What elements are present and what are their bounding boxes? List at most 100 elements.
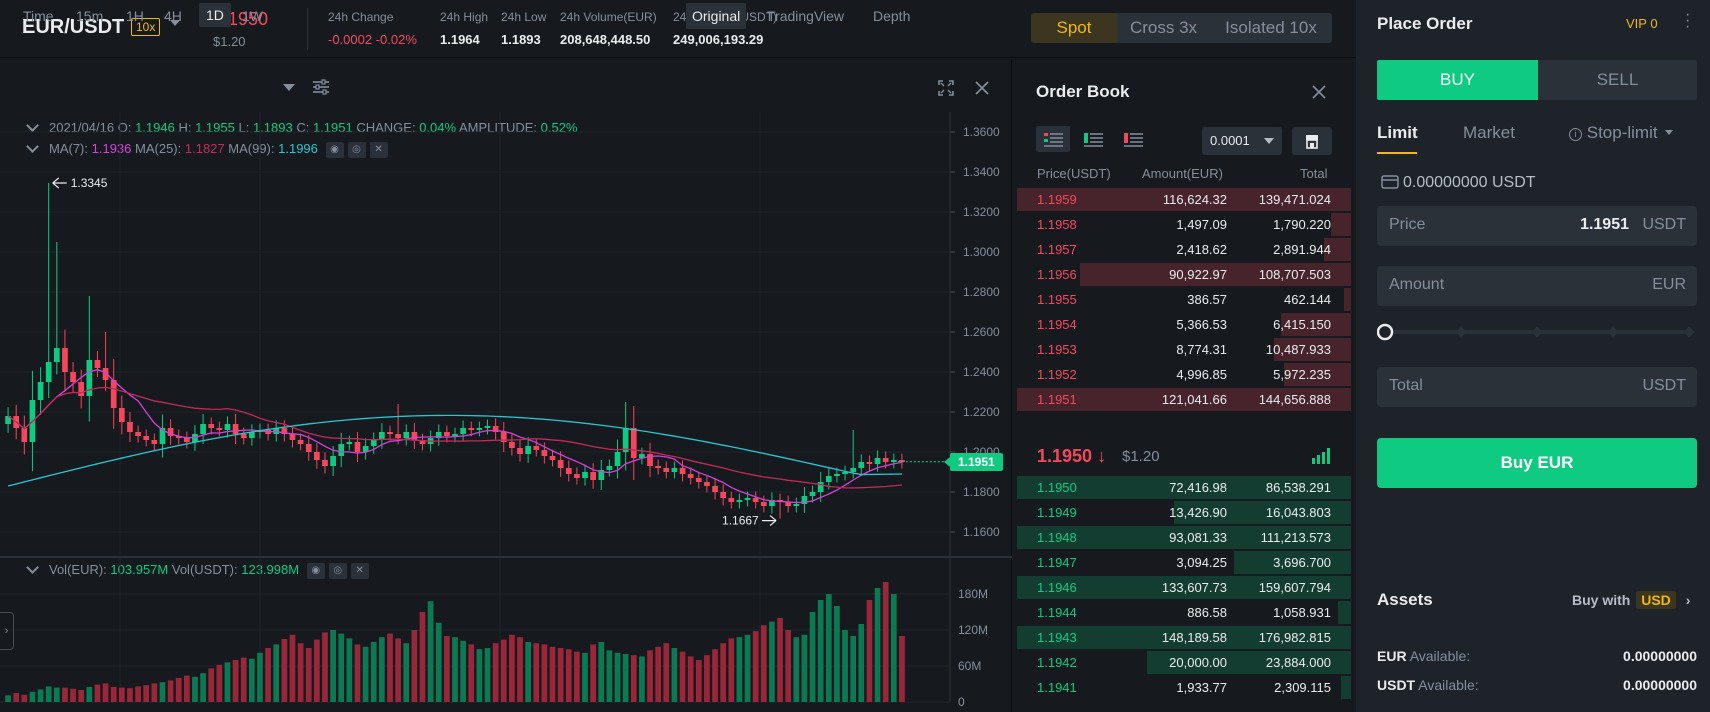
- mode-isolated[interactable]: Isolated 10x: [1210, 13, 1332, 43]
- caret-down-icon: [1264, 138, 1274, 144]
- ask-row[interactable]: 1.1954 5,366.53 6,415.150: [1017, 313, 1351, 336]
- orderbook-bids-icon[interactable]: [1076, 126, 1110, 152]
- volume-bar: [655, 646, 661, 702]
- bid-row[interactable]: 1.1944 886.58 1,058.931: [1017, 601, 1351, 624]
- bid-row[interactable]: 1.1950 72,416.98 86,538.291: [1017, 476, 1351, 499]
- more-options-icon[interactable]: · · ·: [1685, 7, 1691, 35]
- precision-select[interactable]: 0.0001: [1202, 127, 1282, 155]
- ask-row[interactable]: 1.1952 4,996.85 5,972.235: [1017, 363, 1351, 386]
- tf-4h[interactable]: 4H: [164, 8, 182, 24]
- tf-1d[interactable]: 1D: [199, 3, 231, 27]
- slider-step: [1607, 326, 1619, 338]
- close-orderbook-icon[interactable]: [1312, 85, 1326, 99]
- sell-tab[interactable]: SELL: [1538, 60, 1697, 100]
- tf-15m[interactable]: 15m: [76, 8, 103, 24]
- bid-price: 1.1947: [1037, 555, 1077, 570]
- bid-row[interactable]: 1.1949 13,426.90 16,043.803: [1017, 501, 1351, 524]
- volume-bar: [663, 643, 670, 702]
- slider-thumb: [1377, 323, 1394, 341]
- order-type-market[interactable]: Market: [1463, 123, 1515, 143]
- volume-bar: [866, 600, 873, 702]
- order-type-limit[interactable]: Limit: [1377, 123, 1418, 143]
- volume-bar: [281, 639, 288, 702]
- bid-total: 2,309.115: [1274, 680, 1331, 695]
- mode-cross[interactable]: Cross 3x: [1117, 13, 1210, 43]
- price-tick-label: 1.3000: [963, 245, 1000, 259]
- amount-slider[interactable]: [1377, 322, 1697, 342]
- volume-bar: [801, 634, 808, 702]
- ask-total: 10,487.933: [1265, 342, 1331, 357]
- ask-row[interactable]: 1.1958 1,497.09 1,790.220: [1017, 213, 1351, 236]
- ask-row[interactable]: 1.1955 386.57 462.144: [1017, 288, 1351, 311]
- wallet-icon: [1381, 175, 1399, 189]
- candle-body: [736, 500, 743, 502]
- mid-price-value: 1.1950: [1037, 446, 1093, 466]
- view-original[interactable]: Original: [686, 3, 747, 29]
- tf-1w[interactable]: 1W: [242, 8, 263, 24]
- candle-body: [533, 446, 540, 450]
- bid-total: 111,213.573: [1260, 530, 1331, 545]
- ask-row[interactable]: 1.1953 8,774.31 10,487.933: [1017, 338, 1351, 361]
- close-chart-icon[interactable]: [975, 81, 989, 95]
- bid-total: 23,884.000: [1265, 655, 1331, 670]
- orderbook-both-icon[interactable]: [1036, 126, 1070, 152]
- depth-bar: [1330, 213, 1351, 236]
- volume-bar: [598, 642, 605, 702]
- candle-body: [582, 472, 588, 478]
- candle-body: [53, 348, 60, 362]
- amount-input[interactable]: Amount EUR: [1377, 266, 1697, 306]
- arrow-right-icon: [762, 515, 777, 527]
- candle-body: [541, 450, 548, 456]
- volume-bar: [192, 676, 198, 702]
- signal-bars-icon[interactable]: [1312, 448, 1332, 464]
- volume-bar: [240, 657, 247, 702]
- candle-body: [183, 438, 190, 442]
- order-type-stop-limit[interactable]: i Stop-limit: [1569, 123, 1674, 143]
- bid-price: 1.1944: [1037, 605, 1077, 620]
- volume-bar: [842, 630, 848, 702]
- bid-row[interactable]: 1.1942 20,000.00 23,884.000: [1017, 651, 1351, 674]
- expand-icon[interactable]: [938, 80, 954, 96]
- bid-row[interactable]: 1.1946 133,607.73 159,607.794: [1017, 576, 1351, 599]
- total-input[interactable]: Total USDT: [1377, 367, 1697, 407]
- volume-tick-label: 60M: [958, 659, 981, 673]
- orderbook-asks-icon[interactable]: [1116, 126, 1150, 152]
- tf-1h[interactable]: 1H: [126, 8, 144, 24]
- price-input[interactable]: Price 1.1951 USDT: [1377, 206, 1697, 246]
- timeframe-more-icon[interactable]: [283, 84, 295, 91]
- view-tradingview[interactable]: TradingView: [767, 8, 844, 24]
- bid-price: 1.1950: [1037, 480, 1077, 495]
- ask-row[interactable]: 1.1951 121,041.66 144,656.888: [1017, 388, 1351, 411]
- vip-level[interactable]: VIP 0: [1626, 16, 1658, 31]
- buy-with-link[interactable]: Buy with USD ›: [1572, 591, 1690, 609]
- bid-amount: 148,189.58: [1161, 630, 1227, 645]
- ask-row[interactable]: 1.1957 2,418.62 2,891.944: [1017, 238, 1351, 261]
- buy-tab[interactable]: BUY: [1377, 60, 1538, 100]
- bid-row[interactable]: 1.1948 93,081.33 111,213.573: [1017, 526, 1351, 549]
- orderbook-settings-icon[interactable]: [1292, 127, 1332, 155]
- candle-body: [752, 498, 759, 502]
- volume-bar: [899, 636, 905, 702]
- ask-row[interactable]: 1.1956 90,922.97 108,707.503: [1017, 263, 1351, 286]
- asset-usdt-label: Available:: [1418, 677, 1479, 693]
- price-chart[interactable]: 1.3600 1.3400 1.3200 1.3000 1.2800 1.2600 1.24…: [0, 112, 1012, 712]
- asset-eur-value: 0.00000000: [1623, 648, 1697, 664]
- ask-price: 1.1958: [1037, 217, 1077, 232]
- volume-bar: [874, 588, 881, 702]
- bid-price: 1.1949: [1037, 505, 1077, 520]
- bid-row[interactable]: 1.1943 148,189.58 176,982.815: [1017, 626, 1351, 649]
- view-depth[interactable]: Depth: [873, 8, 910, 24]
- mode-spot[interactable]: Spot: [1031, 13, 1117, 43]
- tf-time[interactable]: Time: [23, 8, 54, 24]
- buy-submit-button[interactable]: Buy EUR: [1377, 438, 1697, 488]
- asset-usdt-line: USDT Available:: [1377, 677, 1479, 693]
- volume-bar: [622, 654, 629, 702]
- indicator-settings-icon[interactable]: [312, 79, 330, 95]
- bid-row[interactable]: 1.1941 1,933.77 2,309.115: [1017, 676, 1351, 699]
- stat-label-high: 24h High: [440, 10, 489, 24]
- ask-row[interactable]: 1.1959 116,624.32 139,471.024: [1017, 188, 1351, 211]
- drawing-tools-toggle[interactable]: ›: [0, 612, 14, 650]
- bid-row[interactable]: 1.1947 3,094.25 3,696.700: [1017, 551, 1351, 574]
- volume-bar: [720, 643, 727, 702]
- candle-body: [809, 492, 816, 496]
